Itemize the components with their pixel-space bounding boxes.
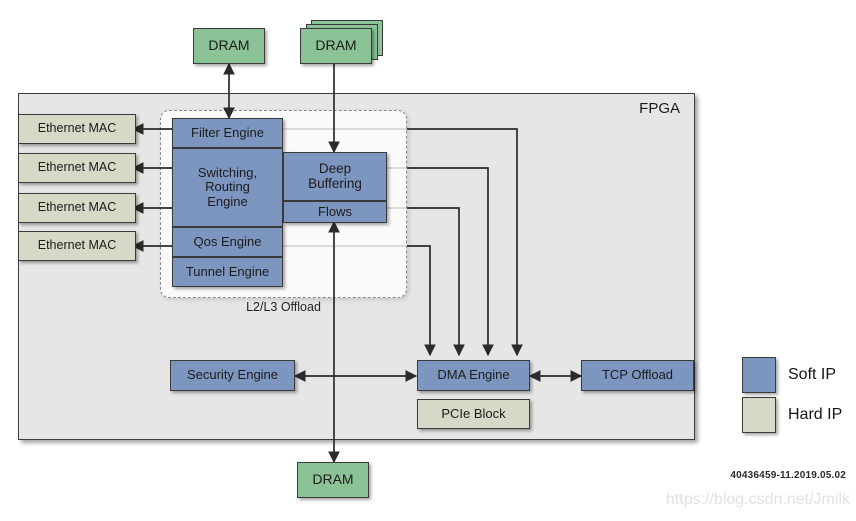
ethernet-mac-3-label: Ethernet MAC xyxy=(37,200,117,215)
dram-top-left: DRAM xyxy=(193,28,265,64)
pcie-block: PCIe Block xyxy=(417,399,530,429)
security-engine-block: Security Engine xyxy=(170,360,295,391)
filter-engine-label: Filter Engine xyxy=(191,124,264,140)
credit-text: 40436459-11.2019.05.02 xyxy=(730,470,846,481)
tunnel-engine-label: Tunnel Engine xyxy=(185,263,270,279)
legend-swatch-soft-ip xyxy=(742,357,776,393)
diagram-canvas: FPGA L2/L3 Offload DRAM DRAM DRAM Ethern… xyxy=(0,0,856,521)
dram-top-left-label: DRAM xyxy=(208,37,250,54)
dma-engine-label: DMA Engine xyxy=(437,367,510,383)
dma-engine-block: DMA Engine xyxy=(417,360,530,391)
dram-top-right: DRAM xyxy=(300,28,372,64)
ethernet-mac-4-label: Ethernet MAC xyxy=(37,238,117,253)
tcp-offload-block: TCP Offload xyxy=(581,360,694,391)
legend-label-soft-ip: Soft IP xyxy=(788,366,837,383)
qos-engine-block: Qos Engine xyxy=(172,227,283,257)
security-engine-label: Security Engine xyxy=(186,367,279,383)
tunnel-engine-block: Tunnel Engine xyxy=(172,257,283,287)
tcp-offload-label: TCP Offload xyxy=(601,367,674,383)
filter-engine-block: Filter Engine xyxy=(172,118,283,148)
flows-block: Flows xyxy=(283,201,387,223)
deep-buffering-label: Deep Buffering xyxy=(308,160,362,191)
fpga-label: FPGA xyxy=(639,100,680,117)
legend-swatch-hard-ip xyxy=(742,397,776,433)
ethernet-mac-2-label: Ethernet MAC xyxy=(37,160,117,175)
dram-top-right-label: DRAM xyxy=(315,37,357,54)
ethernet-mac-4: Ethernet MAC xyxy=(18,231,136,261)
flows-label: Flows xyxy=(318,203,352,219)
ethernet-mac-1: Ethernet MAC xyxy=(18,114,136,144)
dram-bottom-label: DRAM xyxy=(312,471,354,488)
ethernet-mac-3: Ethernet MAC xyxy=(18,193,136,223)
dram-bottom: DRAM xyxy=(297,462,369,498)
switching-routing-engine-label: Switching, Routing Engine xyxy=(197,165,258,209)
watermark-text: https://blog.csdn.net/Jmilk xyxy=(665,491,850,508)
l2-l3-offload-label: L2/L3 Offload xyxy=(246,300,321,314)
qos-engine-label: Qos Engine xyxy=(193,233,262,249)
pcie-block-label: PCIe Block xyxy=(441,405,506,421)
switching-routing-engine-block: Switching, Routing Engine xyxy=(172,148,283,227)
ethernet-mac-2: Ethernet MAC xyxy=(18,153,136,183)
deep-buffering-block: Deep Buffering xyxy=(283,152,387,201)
legend-label-hard-ip: Hard IP xyxy=(788,406,843,423)
ethernet-mac-1-label: Ethernet MAC xyxy=(37,121,117,136)
